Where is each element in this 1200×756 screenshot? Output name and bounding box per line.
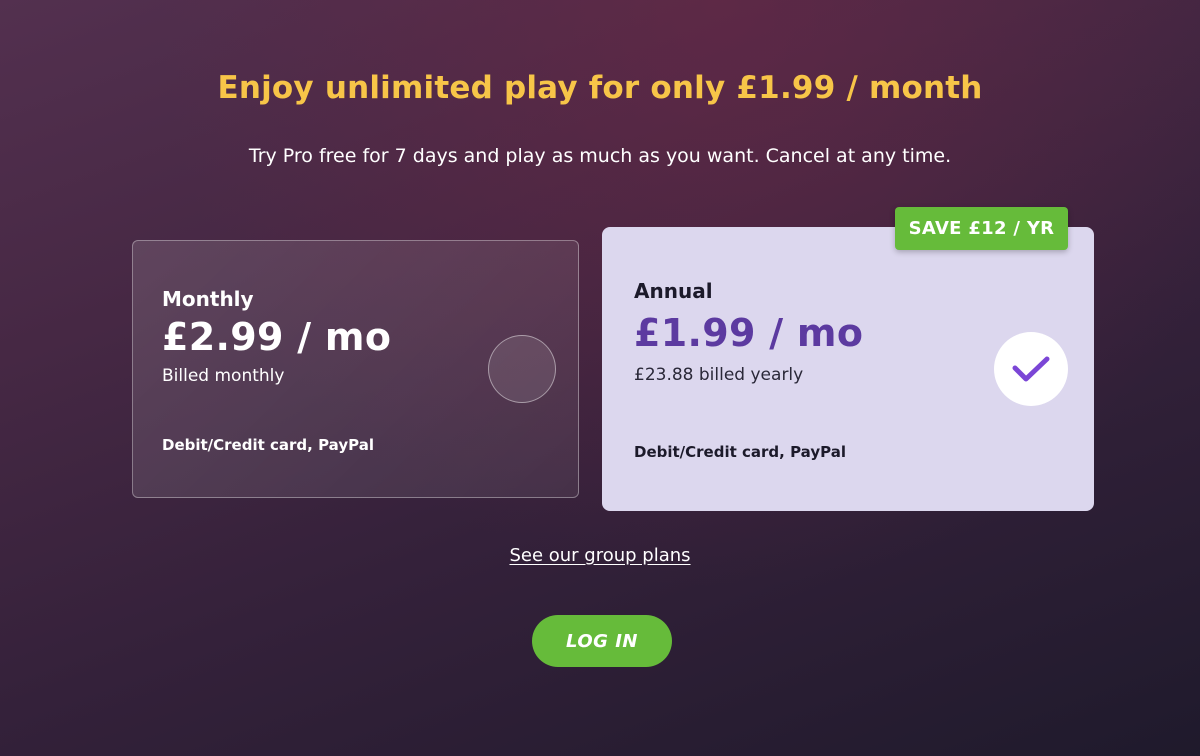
plan-name: Monthly	[162, 287, 254, 311]
plan-price: £1.99 / mo	[634, 311, 864, 355]
plan-payment-methods: Debit/Credit card, PayPal	[634, 443, 846, 461]
headline: Enjoy unlimited play for only £1.99 / mo…	[217, 70, 983, 106]
plan-card-annual[interactable]: Annual £1.99 / mo £23.88 billed yearly D…	[602, 227, 1094, 511]
save-badge: SAVE £12 / YR	[895, 207, 1068, 250]
group-plans-link-wrap: See our group plans	[0, 545, 1200, 566]
plan-payment-methods: Debit/Credit card, PayPal	[162, 436, 374, 454]
check-icon	[1012, 356, 1050, 382]
radio-selected[interactable]	[994, 332, 1068, 406]
plan-card-monthly[interactable]: Monthly £2.99 / mo Billed monthly Debit/…	[132, 240, 579, 498]
radio-unselected[interactable]	[488, 335, 556, 403]
subheadline: Try Pro free for 7 days and play as much…	[248, 145, 952, 167]
plan-name: Annual	[634, 279, 713, 303]
group-plans-link[interactable]: See our group plans	[509, 545, 690, 566]
plan-price: £2.99 / mo	[162, 315, 392, 359]
login-button[interactable]: LOG IN	[532, 615, 672, 667]
plan-billing: Billed monthly	[162, 366, 285, 386]
plan-billing: £23.88 billed yearly	[634, 365, 804, 385]
